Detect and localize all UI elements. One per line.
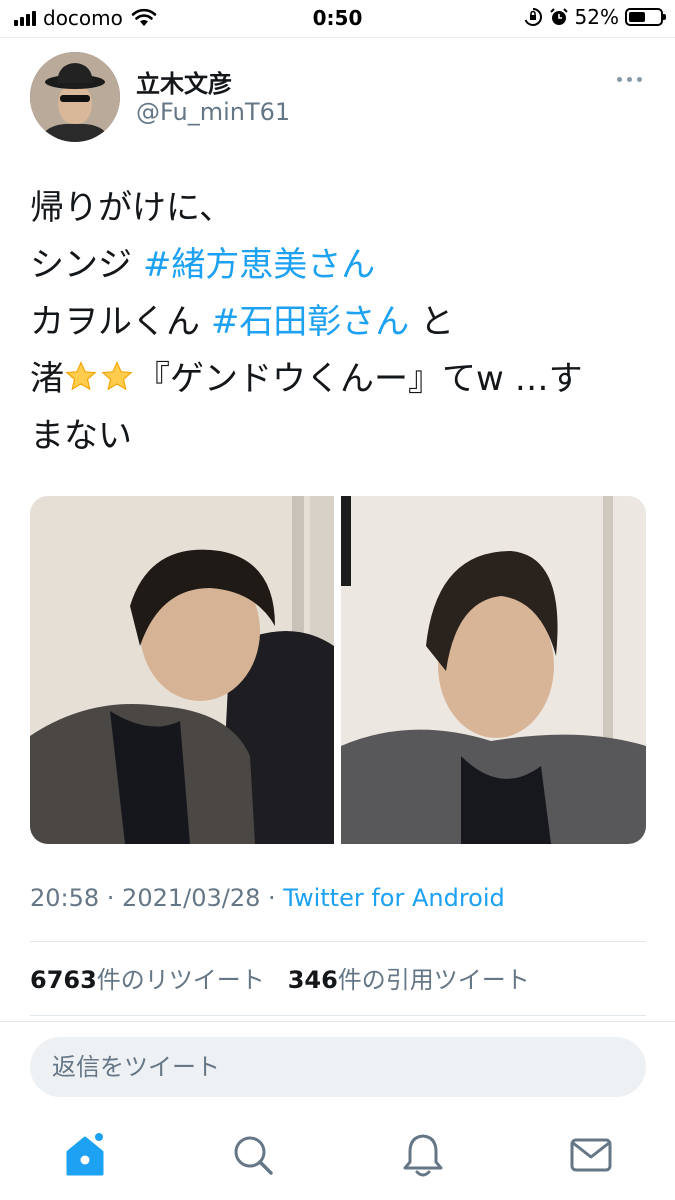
quote-count: 346 bbox=[287, 966, 338, 994]
tweet-text-segment: 『ゲンドウくんー』てw …す bbox=[136, 359, 583, 399]
tweet-text-segment: 渚 bbox=[30, 359, 64, 399]
alarm-icon bbox=[549, 8, 568, 25]
retweet-label: 件のリツイート bbox=[96, 966, 265, 994]
divider bbox=[30, 941, 646, 942]
battery-level bbox=[629, 12, 645, 22]
status-bar: docomo 0:50 52% bbox=[0, 0, 675, 38]
avatar-image bbox=[30, 52, 120, 142]
reply-placeholder: 返信をツイート bbox=[52, 1053, 220, 1081]
tweet-text: 帰りがけに、 シンジ #緒方恵美さん カヲルくん #石田彰さん と 渚 『ゲンドウ… bbox=[30, 180, 650, 465]
search-icon bbox=[234, 1136, 273, 1175]
tweet-line: 渚 『ゲンドウくんー』てw …す bbox=[30, 351, 650, 408]
tweet-text-segment: シンジ bbox=[30, 245, 143, 285]
battery-icon bbox=[625, 8, 666, 26]
tab-search[interactable] bbox=[228, 1130, 278, 1180]
divider bbox=[30, 1015, 646, 1016]
tweet-line: まない bbox=[30, 408, 650, 465]
messages-icon bbox=[570, 1138, 612, 1172]
divider bbox=[0, 1021, 675, 1022]
battery-percent: 52% bbox=[574, 5, 619, 29]
tweet-photo-2[interactable] bbox=[341, 496, 646, 844]
photo-image bbox=[30, 496, 334, 844]
tab-messages[interactable] bbox=[566, 1130, 616, 1180]
photo-image bbox=[341, 496, 646, 844]
author-handle[interactable]: @Fu_minT61 bbox=[136, 98, 290, 126]
tweet-text-segment: 帰りがけに、 bbox=[30, 188, 233, 228]
tweet-photo-1[interactable] bbox=[30, 496, 334, 844]
tweet-text-segment: カヲルくん bbox=[30, 302, 211, 342]
notifications-icon bbox=[403, 1134, 443, 1177]
more-options-icon[interactable] bbox=[615, 74, 645, 84]
tweet-source-link[interactable]: Twitter for Android bbox=[283, 884, 504, 912]
retweet-stat[interactable]: 6763件のリツイート bbox=[30, 966, 265, 994]
tweet-line: 帰りがけに、 bbox=[30, 180, 650, 237]
tab-notifications[interactable] bbox=[398, 1130, 448, 1180]
hashtag-link[interactable]: #緒方恵美さん bbox=[143, 245, 376, 285]
retweet-count: 6763 bbox=[30, 966, 97, 994]
quote-label: 件の引用ツイート bbox=[337, 966, 530, 994]
status-right: 52% bbox=[523, 5, 666, 29]
tab-home[interactable] bbox=[60, 1130, 110, 1180]
orientation-lock-icon bbox=[524, 8, 542, 26]
quote-stat[interactable]: 346件の引用ツイート bbox=[288, 966, 530, 994]
tweet-line: シンジ #緒方恵美さん bbox=[30, 237, 650, 294]
tweet-meta: 20:58 · 2021/03/28 · Twitter for Android bbox=[30, 884, 505, 912]
tweet-text-segment: まない bbox=[30, 416, 132, 456]
hashtag-link[interactable]: #石田彰さん bbox=[211, 302, 410, 342]
author-name[interactable]: 立木文彦 bbox=[136, 64, 232, 99]
star-emoji bbox=[65, 361, 97, 391]
tweet-stats: 6763件のリツイート 346件の引用ツイート bbox=[30, 960, 530, 995]
tweet-text-segment: と bbox=[409, 302, 455, 342]
home-icon bbox=[66, 1133, 104, 1176]
tweet-timestamp: 20:58 · 2021/03/28 · bbox=[30, 884, 284, 912]
author-avatar[interactable] bbox=[30, 52, 120, 142]
top-separator bbox=[0, 37, 675, 38]
star-emoji bbox=[101, 361, 133, 391]
tweet-line: カヲルくん #石田彰さん と bbox=[30, 294, 650, 351]
reply-input[interactable]: 返信をツイート bbox=[30, 1037, 646, 1097]
